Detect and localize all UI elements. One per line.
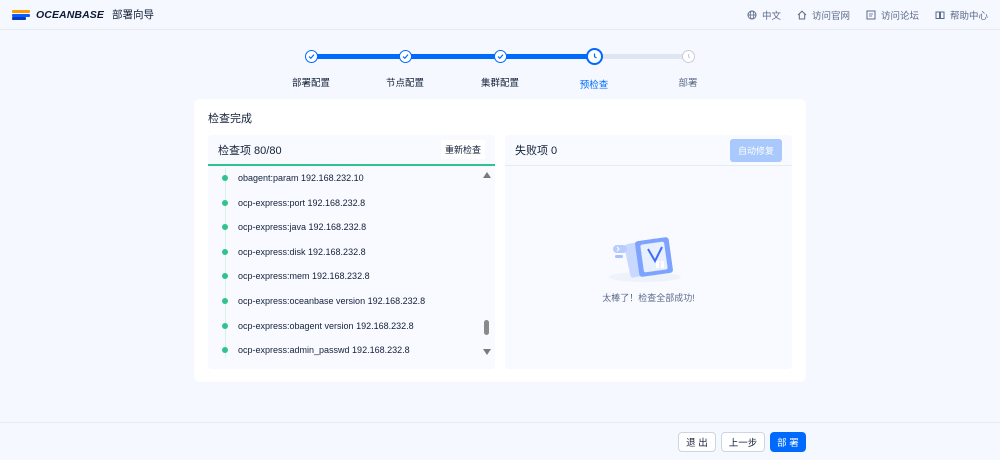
help-center-label: 帮助中心 bbox=[949, 10, 988, 22]
header-links: 中文 访问官网 访问论坛 帮助中心 bbox=[747, 8, 988, 22]
item-text: ocp-express:oceanbase version 192.168.23… bbox=[238, 296, 426, 306]
progress-track-done bbox=[310, 54, 594, 59]
list-scrollbar[interactable] bbox=[482, 168, 492, 358]
step-cluster-config: 集群配置 bbox=[460, 44, 540, 89]
list-item: ocp-express:port 192.168.232.8 bbox=[222, 198, 365, 208]
step-label: 部署配置 bbox=[291, 78, 330, 89]
list-item: obagent:param 192.168.232.10 bbox=[222, 173, 364, 183]
success-dot-icon bbox=[222, 224, 228, 230]
check-items-title: 检查项 80/80 bbox=[218, 144, 282, 157]
logo-text: OCEANBASE bbox=[36, 8, 104, 21]
list-item: ocp-express:disk 192.168.232.8 bbox=[222, 247, 366, 257]
logo: OCEANBASE 部署向导 bbox=[12, 7, 154, 22]
check-icon bbox=[398, 50, 412, 63]
check-icon bbox=[304, 50, 318, 63]
success-dot-icon bbox=[222, 249, 228, 255]
item-text: ocp-express:mem 192.168.232.8 bbox=[238, 271, 370, 281]
step-node-config: 节点配置 bbox=[365, 44, 445, 89]
clock-icon bbox=[585, 48, 603, 65]
step-precheck: 预检查 bbox=[554, 44, 634, 91]
language-switch[interactable]: 中文 bbox=[747, 8, 781, 22]
top-header: OCEANBASE 部署向导 中文 访问官网 访问论坛 帮助中心 bbox=[0, 0, 1000, 30]
item-text: ocp-express:admin_passwd 192.168.232.8 bbox=[238, 345, 410, 355]
visit-forum-link[interactable]: 访问论坛 bbox=[866, 8, 919, 22]
success-dot-icon bbox=[222, 323, 228, 329]
list-item: ocp-express:oceanbase version 192.168.23… bbox=[222, 296, 425, 306]
list-item: ocp-express:admin_passwd 192.168.232.8 bbox=[222, 345, 410, 355]
auto-fix-button[interactable]: 自动修复 bbox=[729, 138, 782, 162]
step-deploy-config: 部署配置 bbox=[271, 44, 351, 89]
item-text: ocp-express:port 192.168.232.8 bbox=[238, 198, 366, 208]
step-progress: 部署配置 节点配置 集群配置 预检查 部署 bbox=[0, 44, 1000, 91]
help-center-link[interactable]: 帮助中心 bbox=[935, 8, 988, 22]
success-dot-icon bbox=[222, 298, 228, 304]
check-items-list[interactable]: obagent:param 192.168.232.10 ocp-express… bbox=[208, 168, 495, 358]
success-dot-icon bbox=[222, 175, 228, 181]
scrollbar-thumb[interactable] bbox=[484, 320, 489, 335]
item-text: ocp-express:obagent version 192.168.232.… bbox=[238, 321, 414, 331]
visit-website-label: 访问官网 bbox=[811, 10, 850, 22]
exit-button[interactable]: 退 出 bbox=[678, 432, 716, 452]
list-item: ocp-express:mem 192.168.232.8 bbox=[222, 271, 370, 281]
oceanbase-logo-icon bbox=[12, 9, 30, 20]
item-text: ocp-express:disk 192.168.232.8 bbox=[238, 247, 366, 257]
card-title: 检查完成 bbox=[208, 113, 252, 125]
globe-icon bbox=[747, 10, 757, 19]
failed-items-panel: 失败项 0 自动修复 太棒了！检查全部成功! bbox=[505, 135, 792, 369]
check-icon bbox=[493, 50, 507, 63]
failed-items-header: 失败项 0 自动修复 bbox=[505, 135, 792, 166]
app-title: 部署向导 bbox=[112, 9, 154, 21]
check-items-panel: 检查项 80/80 重新检查 obagent:param 192.168.232… bbox=[208, 135, 495, 369]
step-label: 集群配置 bbox=[480, 78, 519, 89]
language-label: 中文 bbox=[761, 10, 781, 22]
empty-success-text: 太棒了！检查全部成功! bbox=[602, 293, 695, 303]
scroll-up-arrow-icon[interactable] bbox=[483, 172, 491, 178]
previous-step-button[interactable]: 上一步 bbox=[721, 432, 765, 452]
step-label: 预检查 bbox=[579, 80, 609, 91]
failed-items-title: 失败项 0 bbox=[515, 145, 558, 157]
book-icon bbox=[935, 11, 945, 19]
forum-icon bbox=[866, 10, 876, 19]
item-text: obagent:param 192.168.232.10 bbox=[238, 173, 364, 183]
success-dot-icon bbox=[222, 273, 228, 279]
deploy-button[interactable]: 部 署 bbox=[770, 432, 806, 452]
footer-bar: 退 出 上一步 部 署 bbox=[0, 422, 1000, 460]
list-item: ocp-express:obagent version 192.168.232.… bbox=[222, 321, 414, 331]
visit-forum-label: 访问论坛 bbox=[880, 10, 919, 22]
item-text: ocp-express:java 192.168.232.8 bbox=[238, 222, 367, 232]
clock-icon bbox=[681, 50, 695, 63]
step-label: 部署 bbox=[678, 78, 698, 89]
scroll-down-arrow-icon[interactable] bbox=[483, 349, 491, 355]
list-item: ocp-express:java 192.168.232.8 bbox=[222, 222, 366, 232]
recheck-button[interactable]: 重新检查 bbox=[440, 140, 485, 159]
success-illustration-icon bbox=[609, 237, 681, 282]
success-dot-icon bbox=[222, 347, 228, 353]
visit-website-link[interactable]: 访问官网 bbox=[797, 8, 850, 22]
home-icon bbox=[797, 10, 807, 19]
success-dot-icon bbox=[222, 200, 228, 206]
check-items-header: 检查项 80/80 重新检查 bbox=[208, 135, 495, 166]
step-deploy: 部署 bbox=[648, 44, 728, 89]
precheck-card: 检查完成 检查项 80/80 重新检查 obagent:param 192.16… bbox=[194, 99, 806, 382]
step-label: 节点配置 bbox=[385, 78, 424, 89]
